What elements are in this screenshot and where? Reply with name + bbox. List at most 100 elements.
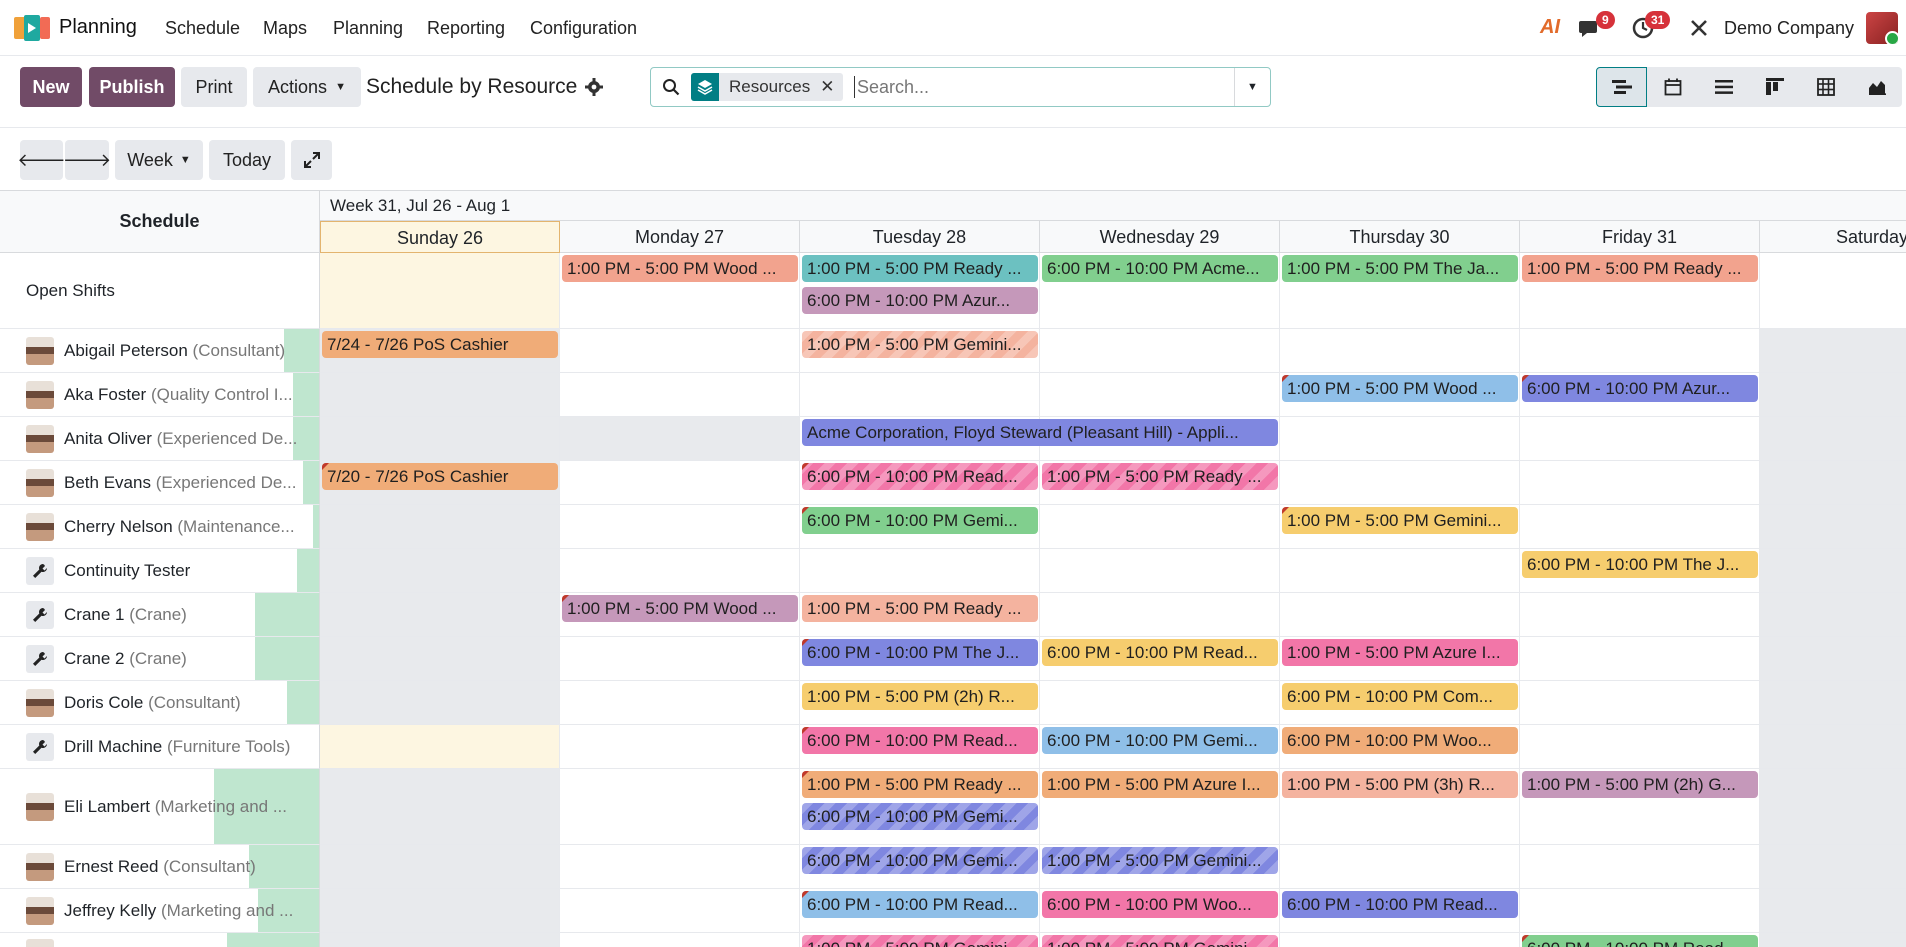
- shift-pill[interactable]: 6:00 PM - 10:00 PM Gemi...: [802, 847, 1038, 874]
- shift-pill[interactable]: 6:00 PM - 10:00 PM Read...: [802, 727, 1038, 754]
- menu-configuration[interactable]: Configuration: [530, 18, 637, 39]
- gantt-cell[interactable]: [1760, 417, 1906, 461]
- gantt-cell[interactable]: [1280, 329, 1520, 373]
- gantt-cell[interactable]: [320, 593, 560, 637]
- shift-pill[interactable]: 1:00 PM - 5:00 PM Wood ...: [562, 595, 798, 622]
- company-switcher[interactable]: Demo Company: [1724, 18, 1854, 39]
- resource-row-label[interactable]: Eli Lambert (Marketing and ...: [0, 769, 320, 845]
- gantt-cell[interactable]: [320, 725, 560, 769]
- gantt-cell[interactable]: [1520, 329, 1760, 373]
- gantt-cell[interactable]: [320, 505, 560, 549]
- gantt-cell[interactable]: [800, 373, 1040, 417]
- gantt-cell[interactable]: [1760, 461, 1906, 505]
- gantt-cell[interactable]: [1760, 329, 1906, 373]
- shift-pill[interactable]: 1:00 PM - 5:00 PM Gemini...: [1042, 847, 1278, 874]
- gantt-cell[interactable]: [1760, 769, 1906, 845]
- gantt-cell[interactable]: [320, 681, 560, 725]
- gantt-cell[interactable]: [560, 329, 800, 373]
- open-shifts-row-label[interactable]: Open Shifts: [0, 253, 320, 329]
- gantt-cell[interactable]: [1520, 725, 1760, 769]
- actions-dropdown[interactable]: Actions ▼: [253, 67, 361, 107]
- gantt-cell[interactable]: [560, 933, 800, 947]
- shift-pill[interactable]: 6:00 PM - 10:00 PM The J...: [802, 639, 1038, 666]
- gantt-cell[interactable]: [1040, 329, 1280, 373]
- gantt-cell[interactable]: [1760, 933, 1906, 947]
- gantt-cell[interactable]: [560, 725, 800, 769]
- gantt-cell[interactable]: [1760, 505, 1906, 549]
- gantt-cell[interactable]: [1760, 637, 1906, 681]
- shift-pill[interactable]: 1:00 PM - 5:00 PM Ready ...: [1522, 255, 1758, 282]
- resource-row-label[interactable]: Beth Evans (Experienced De...: [0, 461, 320, 505]
- shift-pill[interactable]: 1:00 PM - 5:00 PM Wood ...: [1282, 375, 1518, 402]
- shift-pill[interactable]: 6:00 PM - 10:00 PM Azur...: [802, 287, 1038, 314]
- gantt-cell[interactable]: [1760, 373, 1906, 417]
- gantt-cell[interactable]: [1520, 593, 1760, 637]
- shift-pill[interactable]: 1:00 PM - 5:00 PM Ready ...: [1042, 463, 1278, 490]
- period-dropdown[interactable]: Week ▼: [115, 140, 203, 180]
- resource-row-label[interactable]: Aka Foster (Quality Control I...: [0, 373, 320, 417]
- gantt-cell[interactable]: [1760, 253, 1906, 329]
- shift-pill[interactable]: 6:00 PM - 10:00 PM The J...: [1522, 551, 1758, 578]
- gantt-cell[interactable]: [1280, 845, 1520, 889]
- graph-view-button[interactable]: [1851, 67, 1902, 107]
- menu-reporting[interactable]: Reporting: [427, 18, 505, 39]
- shift-pill[interactable]: 1:00 PM - 5:00 PM Gemini...: [1042, 935, 1278, 947]
- gantt-cell[interactable]: [1520, 417, 1760, 461]
- gantt-cell[interactable]: [560, 845, 800, 889]
- shift-pill[interactable]: Acme Corporation, Floyd Steward (Pleasan…: [802, 419, 1278, 446]
- shift-pill[interactable]: 1:00 PM - 5:00 PM Azure I...: [1042, 771, 1278, 798]
- shift-pill[interactable]: 7/20 - 7/26 PoS Cashier: [322, 463, 558, 490]
- previous-button[interactable]: 🡐: [17, 140, 66, 180]
- expand-button[interactable]: [291, 140, 332, 180]
- gantt-cell[interactable]: [560, 769, 800, 845]
- resource-row-label[interactable]: Drill Machine (Furniture Tools): [0, 725, 320, 769]
- resource-row-label[interactable]: Ernest Reed (Consultant): [0, 845, 320, 889]
- gantt-cell[interactable]: [1040, 505, 1280, 549]
- gantt-cell[interactable]: [1280, 593, 1520, 637]
- search-bar[interactable]: Resources ✕ ▼: [650, 67, 1271, 107]
- shift-pill[interactable]: 6:00 PM - 10:00 PM Read...: [802, 463, 1038, 490]
- search-options-toggle[interactable]: ▼: [1234, 68, 1270, 106]
- shift-pill[interactable]: 6:00 PM - 10:00 PM Gemi...: [802, 803, 1038, 830]
- print-button[interactable]: Print: [181, 67, 247, 107]
- menu-planning[interactable]: Planning: [333, 18, 403, 39]
- gantt-cell[interactable]: [1760, 725, 1906, 769]
- shift-pill[interactable]: 1:00 PM - 5:00 PM Ready ...: [802, 595, 1038, 622]
- gantt-cell[interactable]: [320, 933, 560, 947]
- gantt-cell[interactable]: [1520, 845, 1760, 889]
- pivot-view-button[interactable]: [1800, 67, 1851, 107]
- resource-row-label[interactable]: Cherry Nelson (Maintenance...: [0, 505, 320, 549]
- facet-remove-icon[interactable]: ✕: [820, 77, 842, 97]
- shift-pill[interactable]: 6:00 PM - 10:00 PM Com...: [1282, 683, 1518, 710]
- gantt-cell[interactable]: [1520, 681, 1760, 725]
- gantt-cell[interactable]: [1520, 889, 1760, 933]
- resource-row-label[interactable]: Jeffrey Kelly (Marketing and ...: [0, 889, 320, 933]
- gantt-cell[interactable]: [1280, 933, 1520, 947]
- gantt-cell[interactable]: [1520, 637, 1760, 681]
- gantt-cell[interactable]: [1280, 549, 1520, 593]
- gantt-cell[interactable]: [1040, 681, 1280, 725]
- gantt-cell[interactable]: [1280, 461, 1520, 505]
- resource-row-label[interactable]: [0, 933, 320, 947]
- gantt-cell[interactable]: [560, 461, 800, 505]
- gantt-cell[interactable]: [560, 417, 800, 461]
- gantt-cell[interactable]: [560, 549, 800, 593]
- gantt-cell[interactable]: [320, 769, 560, 845]
- shift-pill[interactable]: 6:00 PM - 10:00 PM Read...: [802, 891, 1038, 918]
- planning-app-logo[interactable]: [14, 15, 50, 41]
- resource-row-label[interactable]: Continuity Tester: [0, 549, 320, 593]
- calendar-view-button[interactable]: [1647, 67, 1698, 107]
- shift-pill[interactable]: 6:00 PM - 10:00 PM Read...: [1282, 891, 1518, 918]
- debug-tools-icon[interactable]: [1690, 19, 1708, 37]
- new-button[interactable]: New: [20, 67, 82, 107]
- gear-icon[interactable]: [585, 78, 603, 96]
- app-name[interactable]: Planning: [59, 16, 137, 39]
- search-input[interactable]: [854, 76, 1224, 98]
- gantt-cell[interactable]: [1520, 461, 1760, 505]
- gantt-cell[interactable]: [560, 681, 800, 725]
- gantt-cell[interactable]: [1760, 593, 1906, 637]
- shift-pill[interactable]: 6:00 PM - 10:00 PM Read...: [1042, 639, 1278, 666]
- resource-row-label[interactable]: Anita Oliver (Experienced De...: [0, 417, 320, 461]
- shift-pill[interactable]: 1:00 PM - 5:00 PM Gemini...: [802, 935, 1038, 947]
- resource-row-label[interactable]: Crane 2 (Crane): [0, 637, 320, 681]
